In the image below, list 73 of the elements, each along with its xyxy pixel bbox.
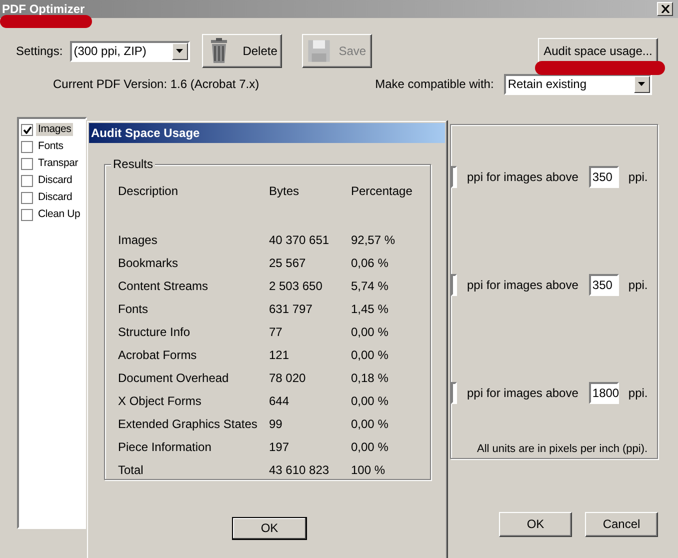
unit-label: ppi. — [628, 170, 648, 184]
ppi-label: ppi for images above — [467, 170, 578, 184]
table-cell-text: 78 020 — [269, 371, 307, 386]
table-cell-text: 40 370 651 — [269, 233, 330, 248]
table-cell-text: Piece Information — [118, 440, 212, 455]
settings-dropdown[interactable]: (300 ppi, ZIP) — [70, 40, 190, 62]
trash-icon — [208, 38, 229, 64]
table-cell-text: X Object Forms — [118, 394, 202, 409]
table-cell: 1,45 % — [351, 302, 388, 317]
dropdown-arrow-icon — [176, 49, 184, 53]
input-field[interactable] — [451, 382, 457, 404]
table-cell-text: 2 503 650 — [269, 279, 324, 294]
cancel-button[interactable]: Cancel — [585, 512, 658, 537]
unit-label: ppi. — [628, 278, 648, 292]
table-cell-text: 644 — [269, 394, 290, 409]
panel-list-item[interactable]: Discard — [20, 189, 85, 206]
table-cell-text: Structure Info — [118, 325, 192, 340]
units-note: All units are in pixels per inch (ppi). — [476, 443, 648, 456]
table-cell-text: 99 — [269, 417, 284, 432]
threshold-field[interactable]: 350 — [589, 274, 620, 296]
results-legend: Results — [111, 157, 156, 172]
table-cell-text: 77 — [269, 325, 284, 340]
table-cell: 100 % — [351, 463, 386, 478]
table-cell-text: 197 — [269, 440, 290, 455]
ppi-label: ppi for images above — [467, 386, 578, 400]
table-cell: 5,74 % — [351, 279, 388, 294]
table-cell-text: Acrobat Forms — [118, 348, 198, 363]
column-header: Percentage — [351, 184, 412, 199]
close-button[interactable] — [657, 2, 673, 16]
compatibility-label: Make compatible with: — [375, 76, 494, 92]
panel-list-item[interactable]: Clean Up — [20, 206, 85, 223]
table-cell-text: Extended Graphics States — [118, 417, 258, 432]
close-icon — [660, 5, 670, 13]
table-cell: 0,00 % — [351, 348, 388, 363]
input-field[interactable] — [451, 166, 457, 188]
panel-list-item[interactable]: Fonts — [20, 138, 85, 155]
table-cell-text: Fonts — [118, 302, 150, 317]
delete-button[interactable]: Delete — [202, 34, 282, 68]
table-cell-text: 631 797 — [269, 302, 314, 317]
dialog-title: Audit Space Usage — [91, 126, 200, 140]
ok-button[interactable]: OK — [499, 512, 572, 537]
table-cell: 0,00 % — [351, 394, 388, 409]
threshold-field[interactable]: 1800 — [589, 382, 620, 404]
panel-list-item[interactable]: Images — [20, 121, 85, 138]
dropdown-arrow-icon — [638, 82, 646, 86]
table-cell-text: Bookmarks — [118, 256, 180, 271]
panel-list-item[interactable]: Discard — [20, 172, 85, 189]
unit-label: ppi. — [628, 386, 648, 400]
table-cell-text: Content Streams — [118, 279, 210, 294]
table-cell-text: 25 567 — [269, 256, 307, 271]
table-cell: 0,18 % — [351, 371, 388, 386]
table-cell: 0,00 % — [351, 440, 388, 455]
table-cell: 0,06 % — [351, 256, 388, 271]
checkmark-icon — [22, 126, 32, 134]
table-cell-text: 43 610 823 — [269, 463, 330, 478]
column-header: Description — [118, 184, 180, 199]
table-cell: 0,00 % — [351, 417, 388, 432]
ppi-label: ppi for images above — [467, 278, 578, 292]
window-title: PDF Optimizer — [2, 2, 85, 16]
table-cell-text: Document Overhead — [118, 371, 230, 386]
input-field[interactable] — [451, 274, 457, 296]
ok-button[interactable]: OK — [232, 517, 307, 540]
threshold-field[interactable]: 350 — [589, 166, 620, 188]
table-cell-text: Total — [118, 463, 144, 478]
settings-label: Settings: — [16, 44, 63, 58]
table-cell-text: 121 — [269, 348, 290, 363]
table-cell: 92,57 % — [351, 233, 396, 248]
panel-list-item[interactable]: Transpar — [20, 155, 85, 172]
pdf-version-text: Current PDF Version: 1.6 (Acrobat 7.x) — [53, 76, 260, 92]
compatibility-dropdown[interactable]: Retain existing — [504, 74, 652, 94]
column-header: Bytes — [269, 184, 300, 199]
table-cell: 0,00 % — [351, 325, 388, 340]
table-cell-text: Images — [118, 233, 158, 248]
